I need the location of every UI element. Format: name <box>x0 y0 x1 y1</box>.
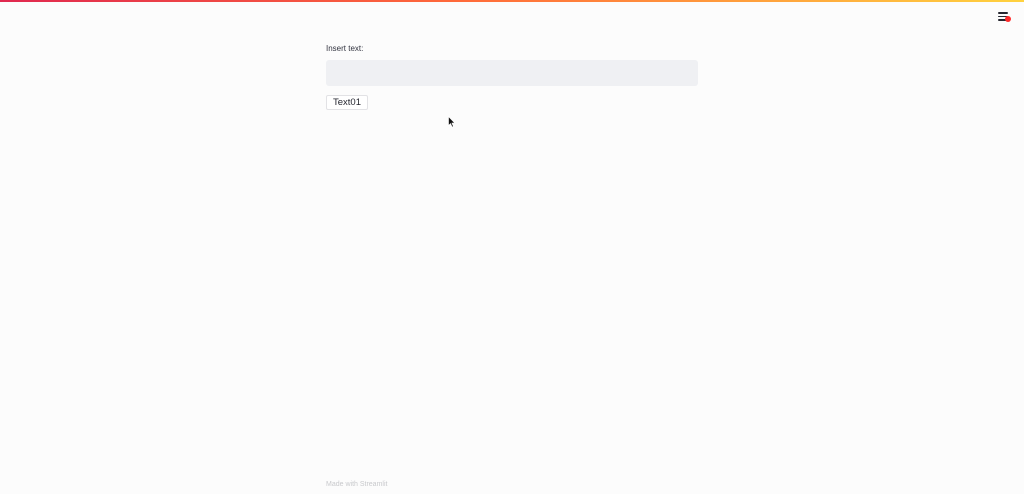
hamburger-menu-icon <box>998 12 1008 14</box>
input-label: Insert text: <box>326 44 364 53</box>
text01-button[interactable]: Text01 <box>326 95 368 110</box>
top-gradient-bar <box>0 0 1024 2</box>
main-content: Insert text: Text01 <box>326 44 698 110</box>
footer-text: Made with Streamlit <box>326 481 388 488</box>
notification-dot-icon <box>1005 16 1011 22</box>
mouse-pointer-icon <box>448 116 456 128</box>
streamlit-app: Insert text: Text01 Made with Streamlit <box>0 0 1024 494</box>
text-input[interactable] <box>326 60 698 86</box>
main-menu-button[interactable] <box>996 8 1014 26</box>
